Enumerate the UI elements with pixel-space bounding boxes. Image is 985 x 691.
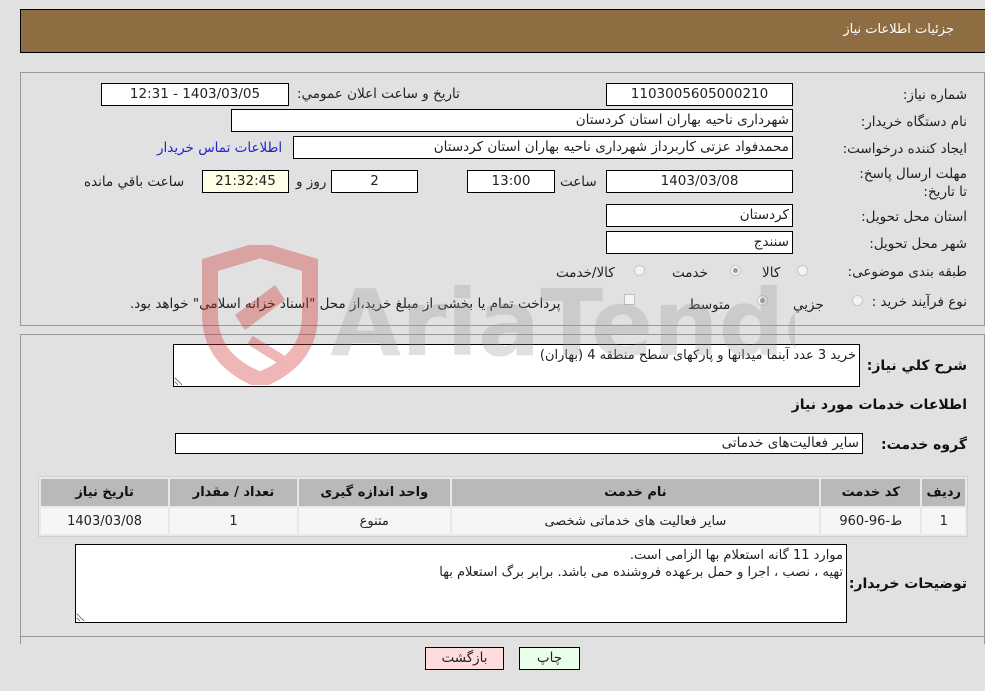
services-table: ردیف کد خدمت نام خدمت واحد اندازه گیری ت… xyxy=(38,476,968,537)
announce-datetime-label: تاریخ و ساعت اعلان عمومي: xyxy=(297,86,460,102)
page-header: جزئیات اطلاعات نیاز xyxy=(20,9,985,53)
purchase-process-label: نوع فرآیند خرید : xyxy=(871,294,967,310)
cell-service-code: ط-96-960 xyxy=(821,508,921,534)
table-header-row: ردیف کد خدمت نام خدمت واحد اندازه گیری ت… xyxy=(41,479,965,506)
page-title: جزئیات اطلاعات نیاز xyxy=(843,22,954,37)
delivery-province-label: استان محل تحویل: xyxy=(861,209,967,225)
delivery-city-label: شهر محل تحویل: xyxy=(869,236,967,252)
buyer-notes-label: توضیحات خریدار: xyxy=(848,576,967,592)
cell-row-number: 1 xyxy=(922,508,965,534)
days-label: روز و xyxy=(296,174,327,190)
need-summary-textarea[interactable] xyxy=(173,344,860,387)
column-header-unit: واحد اندازه گیری xyxy=(298,479,450,506)
process-radio-minor[interactable] xyxy=(852,295,863,306)
buyer-notes-textarea[interactable] xyxy=(75,544,847,623)
buyer-org-label: نام دستگاه خریدار: xyxy=(860,114,967,130)
treasury-checkbox-label: پرداخت تمام یا بخشی از مبلغ خرید،از محل … xyxy=(130,296,561,312)
need-summary-label: شرح کلي نیاز: xyxy=(866,358,967,374)
treasury-checkbox[interactable] xyxy=(624,294,635,305)
category-label: طبقه بندی موضوعی: xyxy=(847,264,967,280)
buyer-org-field[interactable]: شهرداری ناحیه بهاران استان کردستان xyxy=(231,109,793,132)
category-radio-service[interactable] xyxy=(730,265,741,276)
requester-label: ایجاد کننده درخواست: xyxy=(842,141,967,157)
back-button[interactable]: بازگشت xyxy=(425,647,504,670)
cell-need-date: 1403/03/08 xyxy=(41,508,169,534)
service-group-label: گروه خدمت: xyxy=(881,437,967,453)
category-option-service: خدمت xyxy=(672,265,708,281)
announce-datetime-field[interactable]: 1403/03/05 - 12:31 xyxy=(101,83,289,106)
buyer-contact-link[interactable]: اطلاعات تماس خریدار xyxy=(157,140,282,156)
print-button[interactable]: چاپ xyxy=(519,647,580,670)
column-header-row-number: ردیف xyxy=(922,479,965,506)
need-number-field[interactable]: 1103005605000210 xyxy=(606,83,793,106)
cell-quantity: 1 xyxy=(170,508,297,534)
remaining-time-field: 21:32:45 xyxy=(202,170,289,193)
category-radio-goods-service[interactable] xyxy=(634,265,645,276)
deadline-time-field[interactable]: 13:00 xyxy=(467,170,555,193)
deadline-date-field[interactable]: 1403/03/08 xyxy=(606,170,793,193)
column-header-service-code: کد خدمت xyxy=(821,479,921,506)
column-header-need-date: تاریخ نیاز xyxy=(41,479,169,506)
deadline-label: مهلت ارسال پاسخ: تا تاریخ: xyxy=(859,166,967,200)
services-heading: اطلاعات خدمات مورد نیاز xyxy=(791,397,967,413)
requester-field[interactable]: محمدفواد عزتی کاربرداز شهرداری ناحیه بها… xyxy=(293,136,793,159)
category-radio-goods[interactable] xyxy=(797,265,808,276)
delivery-city-field[interactable]: سنندج xyxy=(606,231,793,254)
table-row: 1 ط-96-960 سایر فعالیت های خدماتی شخصی م… xyxy=(41,508,965,534)
category-option-goods: کالا xyxy=(762,265,781,281)
need-number-label: شماره نیاز: xyxy=(902,87,967,103)
remaining-days-field: 2 xyxy=(331,170,418,193)
process-option-minor: جزيي xyxy=(793,297,824,313)
category-option-goods-service: کالا/خدمت xyxy=(556,265,615,281)
deadline-time-label: ساعت xyxy=(560,174,597,190)
column-header-quantity: تعداد / مقدار xyxy=(170,479,297,506)
cell-unit: متنوع xyxy=(298,508,450,534)
service-group-field[interactable]: سایر فعالیت‌های خدماتی xyxy=(175,433,863,454)
delivery-province-field[interactable]: کردستان xyxy=(606,204,793,227)
divider xyxy=(20,636,985,637)
column-header-service-name: نام خدمت xyxy=(451,479,819,506)
process-radio-medium[interactable] xyxy=(757,295,768,306)
cell-service-name: سایر فعالیت های خدماتی شخصی xyxy=(451,508,819,534)
process-option-medium: متوسط xyxy=(688,297,731,313)
remaining-time-label: ساعت باقي مانده xyxy=(84,174,185,190)
